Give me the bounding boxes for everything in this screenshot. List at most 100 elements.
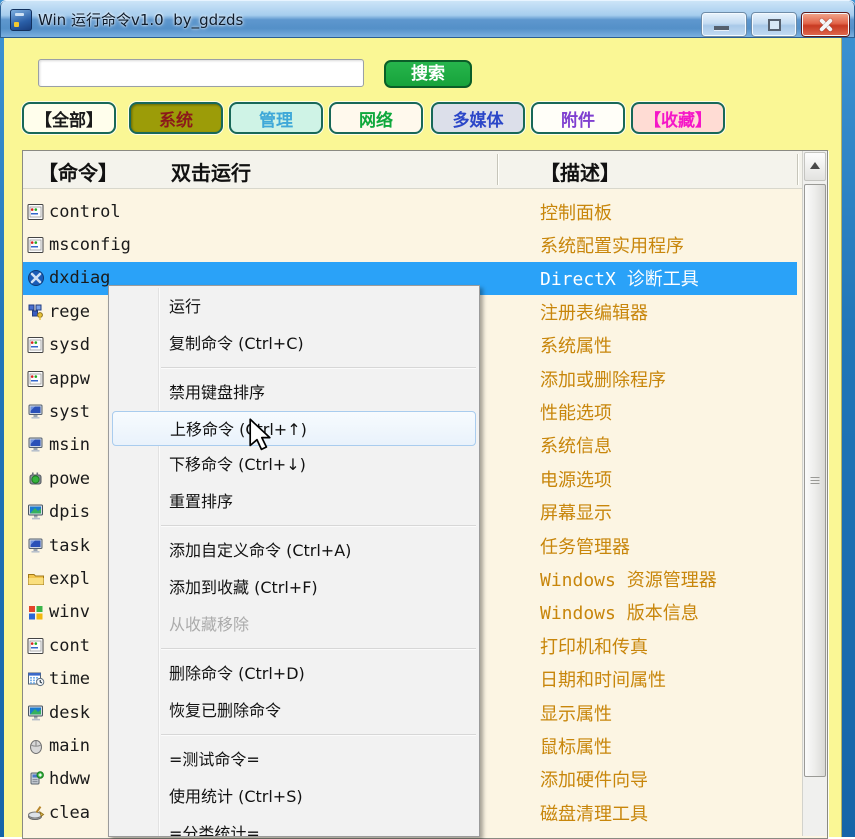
registry-icon — [27, 303, 45, 321]
computer-icon — [27, 537, 45, 555]
list-header: 【命令】 双击运行 【描述】 — [23, 151, 827, 189]
menu-item[interactable]: 下移命令 (Ctrl+↓) — [109, 446, 479, 483]
command-name: control — [49, 202, 121, 222]
command-description: 控制面板 — [540, 199, 612, 225]
calendar-clock-icon — [27, 670, 45, 688]
menu-separator — [109, 729, 479, 741]
display-icon — [27, 503, 45, 521]
control-panel-window-icon — [27, 236, 45, 254]
command-description: 磁盘清理工具 — [540, 800, 648, 826]
search-button[interactable]: 搜索 — [384, 60, 472, 88]
command-description: Windows 资源管理器 — [540, 566, 717, 592]
context-menu: 运行复制命令 (Ctrl+C) 禁用键盘排序上移命令 (Ctrl+↑)下移命令 (… — [108, 285, 480, 837]
command-description: 系统配置实用程序 — [540, 232, 684, 258]
command-name: sysd — [49, 335, 90, 355]
command-description: 系统信息 — [540, 432, 612, 458]
column-header-description: 【描述】 — [540, 157, 620, 186]
computer-icon — [27, 403, 45, 421]
title-bar[interactable]: Win 运行命令v1.0 by_gdzds — [0, 0, 855, 38]
command-name: powe — [49, 469, 90, 489]
tab-accessories[interactable]: 附件 — [531, 102, 625, 134]
command-name: hdww — [49, 769, 90, 789]
column-divider — [497, 154, 498, 185]
app-icon — [10, 9, 32, 31]
disk-cleanup-icon — [27, 804, 45, 822]
thumb-grip-icon — [811, 477, 820, 485]
command-name: rege — [49, 302, 90, 322]
tab-management[interactable]: 管理 — [229, 102, 323, 134]
command-description: 任务管理器 — [540, 533, 630, 559]
command-name: desk — [49, 703, 90, 723]
window-controls — [701, 12, 850, 37]
tab-system[interactable]: 系统 — [129, 102, 223, 134]
search-input[interactable] — [38, 59, 364, 87]
menu-separator — [109, 362, 479, 374]
menu-item[interactable]: 上移命令 (Ctrl+↑) — [112, 411, 476, 446]
command-name: syst — [49, 402, 90, 422]
column-header-hint: 双击运行 — [171, 157, 251, 186]
directx-icon — [27, 269, 45, 287]
command-description: 性能选项 — [540, 399, 612, 425]
command-description: 注册表编辑器 — [540, 299, 648, 325]
scrollbar-thumb[interactable] — [804, 184, 826, 777]
computer-icon — [27, 436, 45, 454]
app-window: Win 运行命令v1.0 by_gdzds 搜索 【全部】系统管理网络多媒体附件… — [0, 0, 855, 837]
menu-item[interactable]: 运行 — [109, 288, 479, 325]
command-description: 屏幕显示 — [540, 499, 612, 525]
menu-separator — [109, 520, 479, 532]
minimize-button[interactable] — [701, 12, 747, 37]
maximize-icon — [768, 19, 781, 31]
command-description: 日期和时间属性 — [540, 666, 666, 692]
command-description: 鼠标属性 — [540, 733, 612, 759]
tab-all[interactable]: 【全部】 — [22, 102, 116, 134]
control-panel-window-icon — [27, 637, 45, 655]
command-description: 添加或删除程序 — [540, 366, 666, 392]
menu-item: 从收藏移除 — [109, 606, 479, 643]
menu-item[interactable]: 添加自定义命令 (Ctrl+A) — [109, 532, 479, 569]
command-row-msconfig[interactable]: msconfig 系统配置实用程序 — [23, 228, 797, 261]
menu-item[interactable]: 禁用键盘排序 — [109, 374, 479, 411]
menu-item[interactable]: 添加到收藏 (Ctrl+F) — [109, 569, 479, 606]
command-row-control[interactable]: control 控制面板 — [23, 195, 797, 228]
command-description: 显示属性 — [540, 700, 612, 726]
display-icon — [27, 704, 45, 722]
command-description: Windows 版本信息 — [540, 599, 699, 625]
windows-flag-icon — [27, 603, 45, 621]
menu-separator — [109, 643, 479, 655]
tab-multimedia[interactable]: 多媒体 — [431, 102, 525, 134]
command-description: 打印机和传真 — [540, 633, 648, 659]
command-name: time — [49, 669, 90, 689]
command-description: 添加硬件向导 — [540, 766, 648, 792]
folder-icon — [27, 570, 45, 588]
power-icon — [27, 470, 45, 488]
minimize-icon — [714, 26, 729, 30]
menu-item[interactable]: 恢复已删除命令 — [109, 692, 479, 729]
menu-item[interactable]: 复制命令 (Ctrl+C) — [109, 325, 479, 362]
command-name: dpis — [49, 502, 90, 522]
control-panel-window-icon — [27, 336, 45, 354]
menu-item[interactable]: 删除命令 (Ctrl+D) — [109, 655, 479, 692]
tab-network[interactable]: 网络 — [329, 102, 423, 134]
command-name: appw — [49, 369, 90, 389]
close-button[interactable] — [801, 12, 850, 37]
command-name: msconfig — [49, 235, 131, 255]
menu-item[interactable]: =测试命令= — [109, 741, 479, 778]
command-name: expl — [49, 569, 90, 589]
hardware-icon — [27, 770, 45, 788]
maximize-button[interactable] — [751, 12, 797, 37]
menu-item[interactable]: 使用统计 (Ctrl+S) — [109, 778, 479, 815]
control-panel-window-icon — [27, 203, 45, 221]
scroll-up-button[interactable] — [804, 152, 826, 181]
menu-item[interactable]: =分类统计= — [109, 815, 479, 837]
column-header-command: 【命令】 — [38, 157, 118, 186]
command-name: cont — [49, 636, 90, 656]
column-divider — [797, 154, 798, 185]
category-tabs: 【全部】系统管理网络多媒体附件【收藏】 — [18, 102, 833, 136]
command-description: 系统属性 — [540, 332, 612, 358]
command-description: 电源选项 — [540, 466, 612, 492]
vertical-scrollbar[interactable] — [802, 151, 827, 836]
tab-favorites[interactable]: 【收藏】 — [631, 102, 725, 134]
menu-item[interactable]: 重置排序 — [109, 483, 479, 520]
mouse-icon — [27, 737, 45, 755]
control-panel-window-icon — [27, 370, 45, 388]
